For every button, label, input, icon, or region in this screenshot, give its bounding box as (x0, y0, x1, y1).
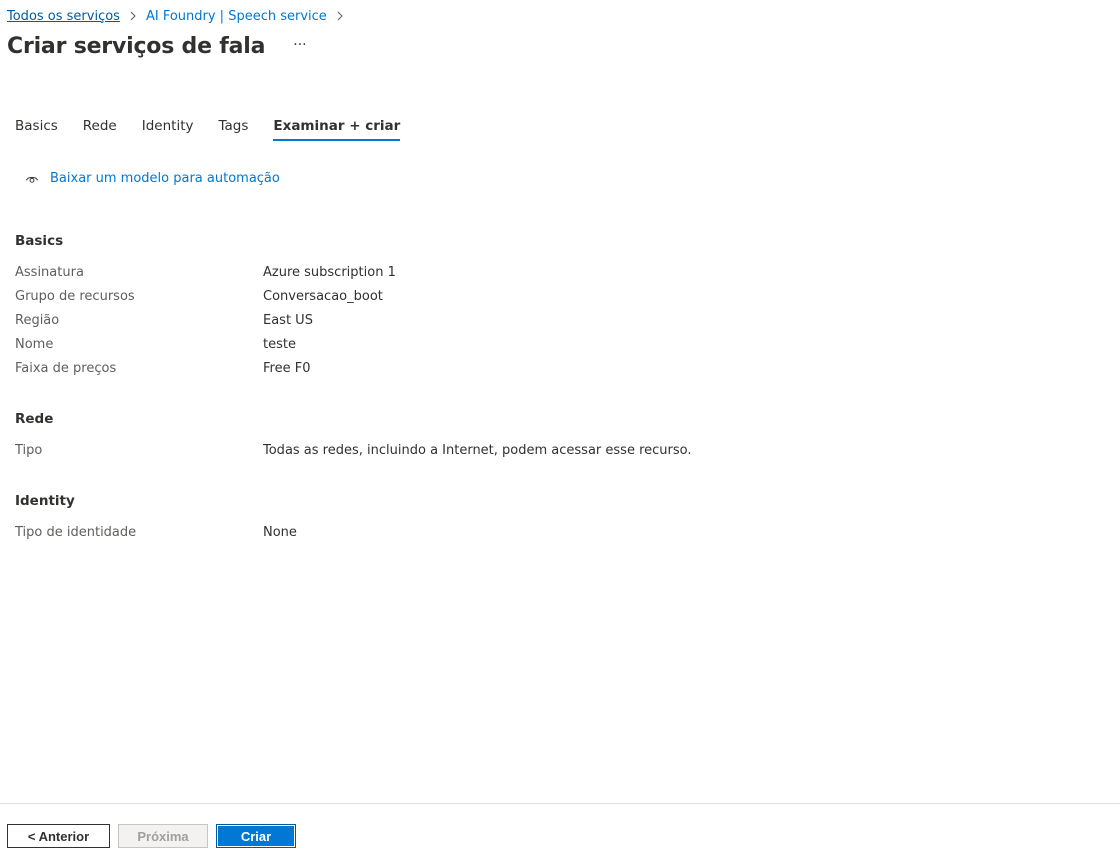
footer-bar: < Anterior Próxima Criar (0, 803, 1120, 849)
tab-review-create[interactable]: Examinar + criar (273, 118, 400, 141)
row-value: Conversacao_boot (263, 289, 383, 304)
row-label: Nome (15, 337, 54, 352)
row-value: Todas as redes, incluindo a Internet, po… (263, 443, 692, 458)
eye-icon (25, 172, 50, 186)
section-title-identity: Identity (15, 493, 75, 509)
section-title-basics: Basics (15, 233, 64, 249)
tab-bar: Basics Rede Identity Tags Examinar + cri… (15, 118, 425, 141)
download-template-label: Baixar um modelo para automação (50, 171, 280, 186)
section-identity: Identity Tipo de identidade None (15, 491, 1015, 545)
page-title: Criar serviços de fala (7, 34, 266, 59)
chevron-right-icon (335, 11, 345, 21)
breadcrumb: Todos os serviços AI Foundry | Speech se… (7, 6, 353, 26)
more-options-button[interactable]: ··· (289, 38, 310, 52)
row-label: Região (15, 313, 60, 328)
row-value: Free F0 (263, 361, 311, 376)
summary-row: Assinatura Azure subscription 1 (15, 261, 1015, 285)
tab-rede[interactable]: Rede (83, 118, 117, 140)
row-label: Tipo (15, 443, 43, 458)
row-label: Faixa de preços (15, 361, 117, 376)
row-value: East US (263, 313, 313, 328)
tab-basics[interactable]: Basics (15, 118, 58, 140)
chevron-right-icon (128, 11, 138, 21)
row-value: teste (263, 337, 296, 352)
previous-button[interactable]: < Anterior (7, 824, 110, 848)
summary-row: Tipo Todas as redes, incluindo a Interne… (15, 439, 1015, 463)
section-title-rede: Rede (15, 411, 54, 427)
title-row: Criar serviços de fala ··· (7, 34, 311, 59)
summary-row: Região East US (15, 309, 1015, 333)
row-value: None (263, 525, 297, 540)
row-label: Tipo de identidade (15, 525, 137, 540)
page: Todos os serviços AI Foundry | Speech se… (0, 0, 1120, 849)
row-label: Assinatura (15, 265, 84, 280)
section-rede: Rede Tipo Todas as redes, incluindo a In… (15, 409, 1015, 463)
create-button[interactable]: Criar (216, 824, 296, 848)
section-basics: Basics Assinatura Azure subscription 1 G… (15, 231, 1015, 381)
row-label: Grupo de recursos (15, 289, 135, 304)
summary-row: Grupo de recursos Conversacao_boot (15, 285, 1015, 309)
download-template-link[interactable]: Baixar um modelo para automação (25, 171, 280, 186)
summary-row: Tipo de identidade None (15, 521, 1015, 545)
tab-tags[interactable]: Tags (219, 118, 249, 140)
tab-identity[interactable]: Identity (142, 118, 194, 140)
summary-row: Faixa de preços Free F0 (15, 357, 1015, 381)
breadcrumb-ai-foundry[interactable]: AI Foundry | Speech service (146, 9, 327, 24)
breadcrumb-all-services[interactable]: Todos os serviços (7, 9, 120, 24)
row-value: Azure subscription 1 (263, 265, 396, 280)
summary-row: Nome teste (15, 333, 1015, 357)
next-button[interactable]: Próxima (118, 824, 208, 848)
